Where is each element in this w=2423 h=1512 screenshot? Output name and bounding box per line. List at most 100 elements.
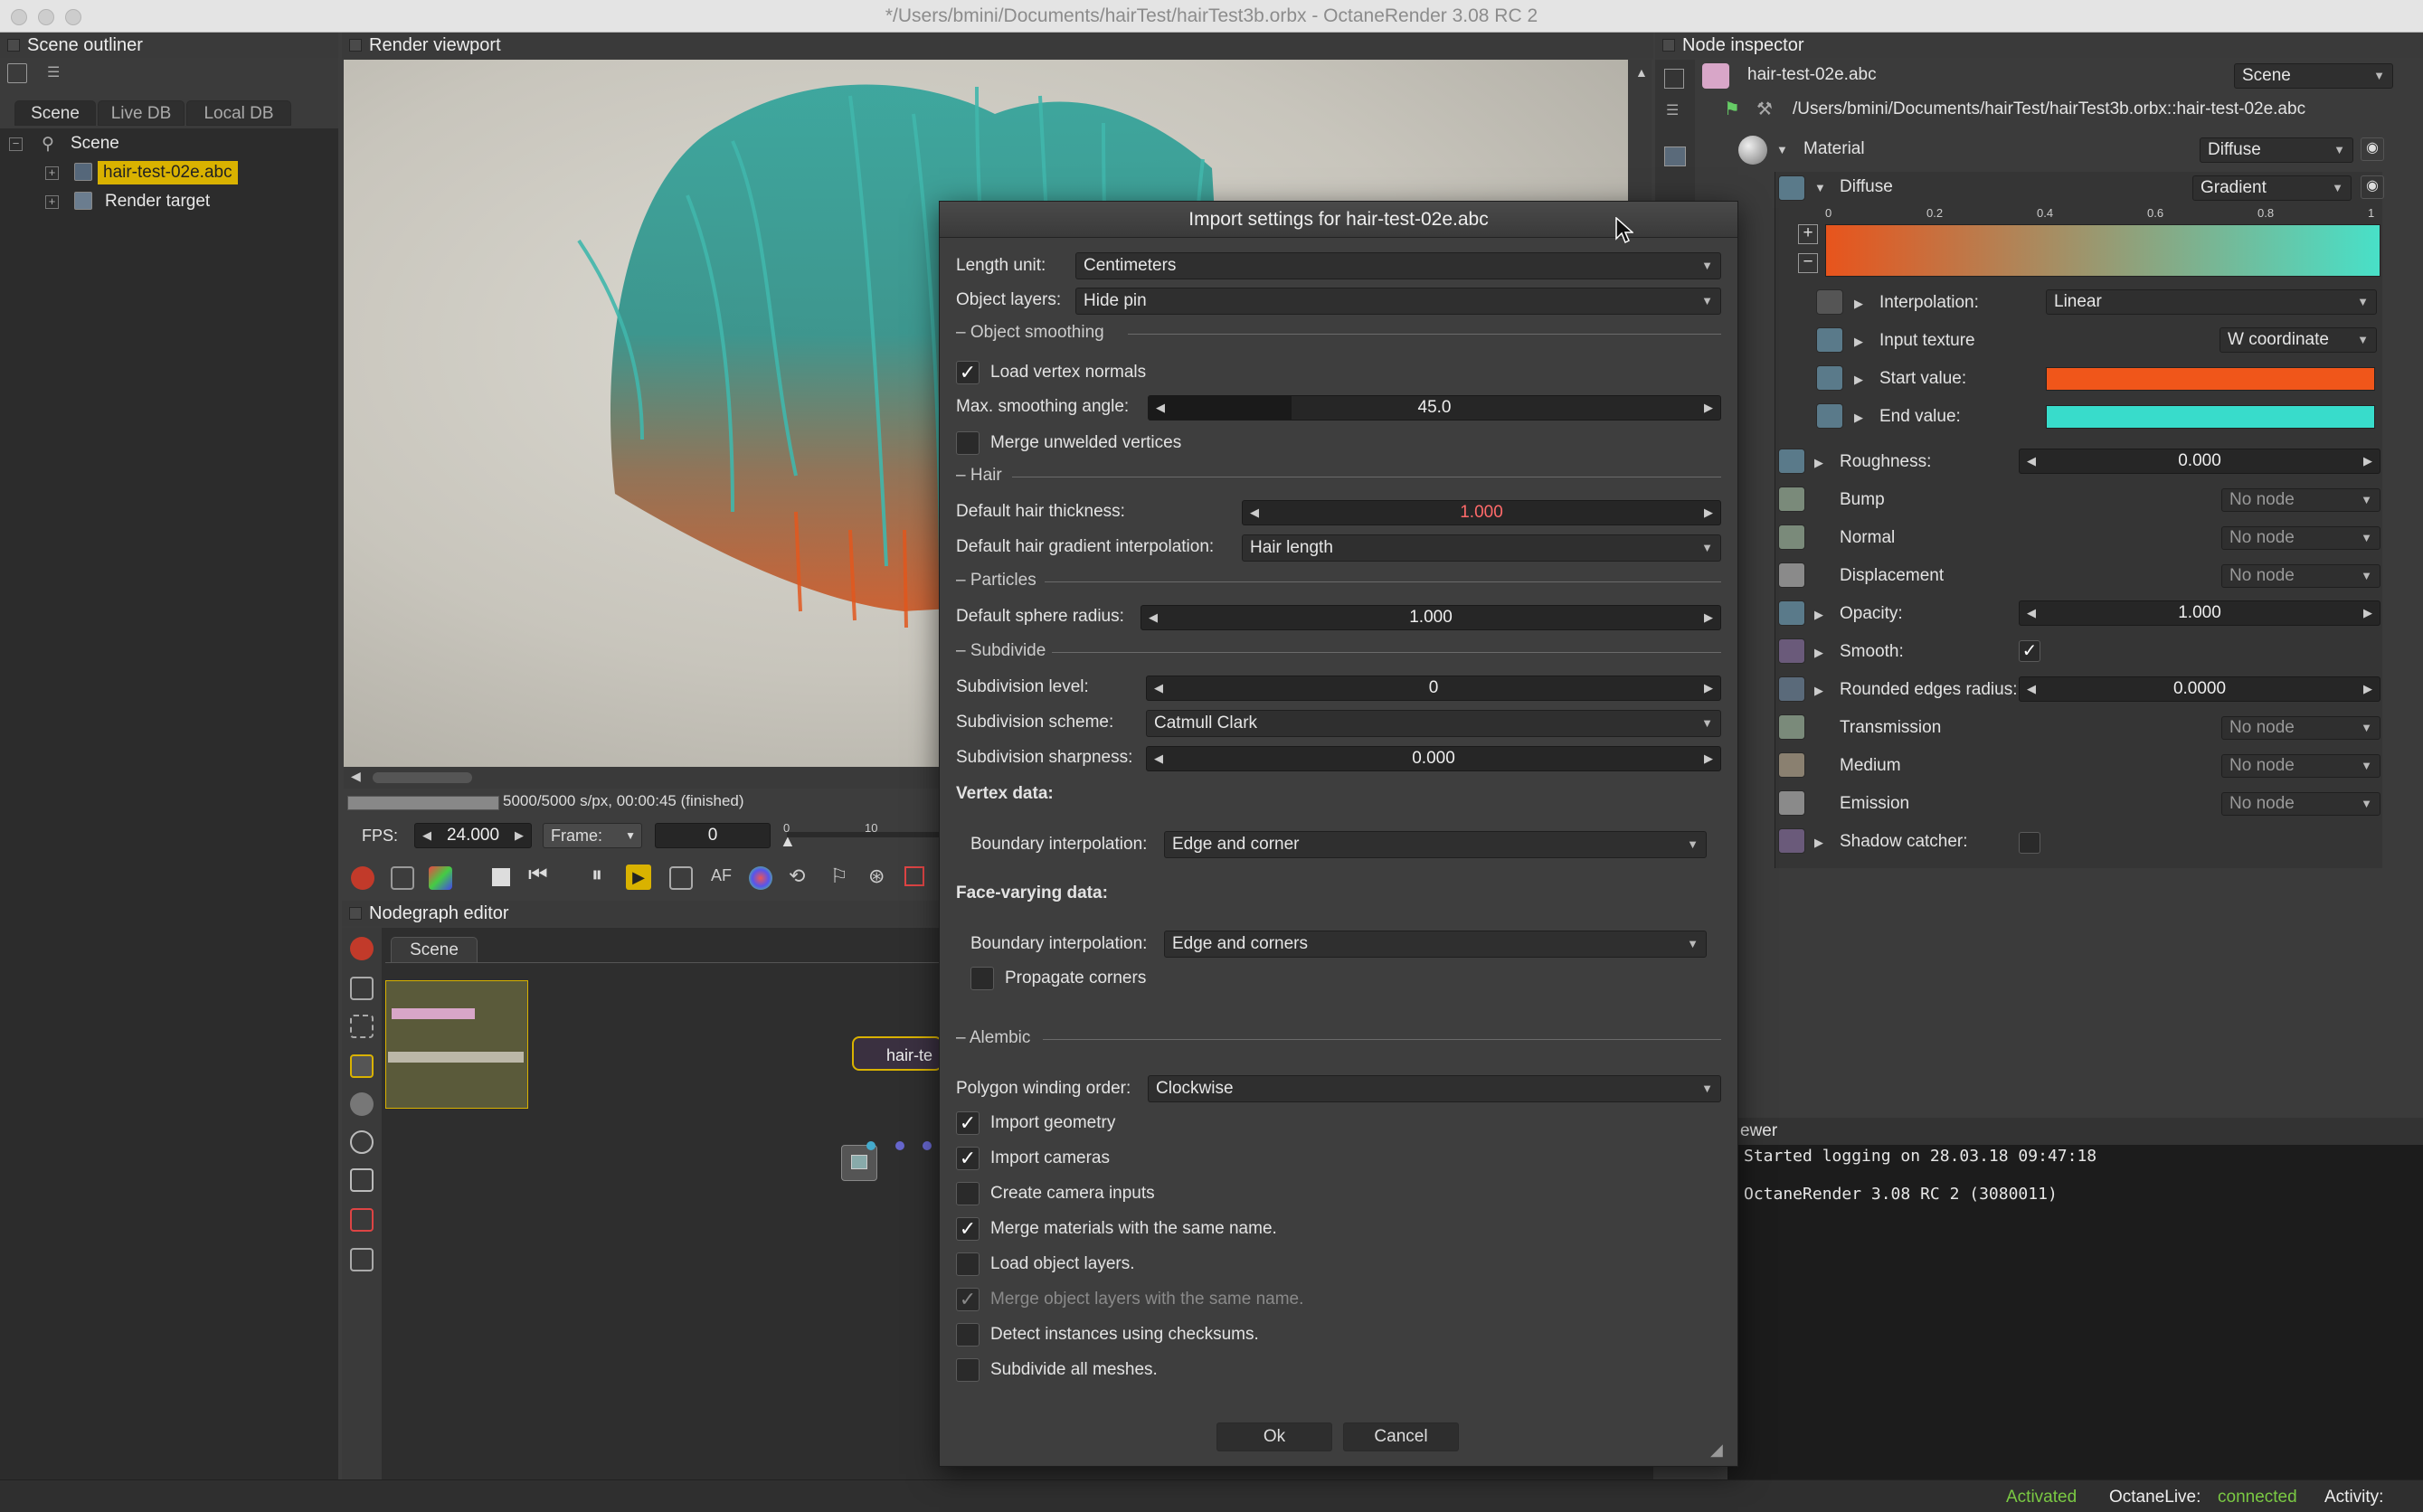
timeline-cursor-icon[interactable]: ▲: [780, 832, 796, 851]
import-cameras-checkbox[interactable]: ✓: [956, 1147, 980, 1170]
decrement-icon[interactable]: ◀: [2027, 449, 2036, 473]
subdivision-sharpness-slider[interactable]: ◀ 0.000 ▶: [1146, 746, 1721, 771]
decrement-icon[interactable]: ◀: [2027, 601, 2036, 625]
detect-instances-checkbox[interactable]: [956, 1323, 980, 1347]
expand-icon[interactable]: ▶: [1814, 456, 1823, 470]
eye-icon[interactable]: ◉: [2361, 175, 2384, 199]
reset-icon[interactable]: [350, 937, 374, 960]
bump-dropdown[interactable]: No node ▼: [2221, 488, 2380, 512]
pin-dot[interactable]: [866, 1141, 875, 1150]
viewport-hscroll[interactable]: ◀: [344, 767, 941, 789]
winding-order-dropdown[interactable]: Clockwise ▼: [1148, 1075, 1721, 1102]
pin-dot[interactable]: [923, 1141, 932, 1150]
smooth-checkbox[interactable]: ✓: [2019, 640, 2040, 662]
nodegraph-minimap[interactable]: [385, 980, 528, 1109]
pause-icon[interactable]: ⏸: [592, 863, 602, 888]
load-vertex-normals-checkbox[interactable]: ✓: [956, 361, 980, 384]
gradient-bar[interactable]: [1825, 224, 2380, 277]
increment-icon[interactable]: ▶: [1704, 396, 1713, 420]
increment-icon[interactable]: ▶: [2363, 601, 2372, 625]
tree-expand-icon[interactable]: +: [45, 195, 59, 209]
normal-dropdown[interactable]: No node ▼: [2221, 526, 2380, 550]
expand-icon[interactable]: ▶: [1854, 297, 1863, 311]
end-color-swatch[interactable]: [2046, 405, 2375, 429]
expand-icon[interactable]: ▶: [1854, 373, 1863, 387]
tab-live-db[interactable]: Live DB: [98, 100, 185, 126]
collapse-icon[interactable]: ▼: [1776, 143, 1788, 156]
increment-icon[interactable]: ▶: [1704, 676, 1713, 700]
link-icon[interactable]: [350, 1168, 374, 1192]
increment-icon[interactable]: ▶: [1704, 606, 1713, 629]
camera-view-icon[interactable]: [391, 866, 414, 890]
increment-icon[interactable]: ▶: [2363, 677, 2372, 701]
shadow-catcher-checkbox[interactable]: [2019, 832, 2040, 854]
merge-unwelded-checkbox[interactable]: [956, 431, 980, 455]
sphere-radius-slider[interactable]: ◀ 1.000 ▶: [1141, 605, 1721, 630]
play-icon[interactable]: ▶: [626, 865, 651, 890]
expand-icon[interactable]: ▶: [1854, 335, 1863, 349]
inspector-layout-icon[interactable]: [1664, 69, 1684, 89]
decrement-icon[interactable]: ◀: [1154, 747, 1163, 770]
eye-icon[interactable]: ◉: [2361, 137, 2384, 161]
pick-material-icon[interactable]: ⟲: [789, 865, 805, 888]
autofocus-icon[interactable]: AF: [711, 866, 732, 885]
pick-focus-icon[interactable]: ⊛: [868, 865, 885, 888]
import-geometry-checkbox[interactable]: ✓: [956, 1111, 980, 1135]
roughness-slider[interactable]: ◀ 0.000 ▶: [2019, 449, 2380, 474]
color-cube-icon[interactable]: [429, 866, 452, 890]
wrench-icon[interactable]: ⚒: [1756, 98, 1780, 121]
face-boundary-dropdown[interactable]: Edge and corners ▼: [1164, 931, 1707, 958]
max-smoothing-slider[interactable]: ◀ 45.0 ▶: [1148, 395, 1721, 421]
decrement-icon[interactable]: ◀: [2027, 677, 2036, 701]
outliner-list-icon[interactable]: ☰: [47, 63, 67, 80]
region-render-icon[interactable]: [669, 866, 693, 890]
graph-view-icon[interactable]: [350, 1054, 374, 1078]
reset-render-icon[interactable]: [351, 866, 374, 890]
pin-dot[interactable]: [895, 1141, 904, 1150]
load-object-layers-checkbox[interactable]: [956, 1252, 980, 1276]
interpolation-dropdown[interactable]: Linear ▼: [2046, 289, 2377, 315]
tab-scene[interactable]: Scene: [14, 100, 96, 126]
inspector-scene-dropdown[interactable]: Scene ▼: [2234, 63, 2393, 89]
fps-decrement-icon[interactable]: ◀: [422, 824, 431, 847]
inspector-list-icon[interactable]: ☰: [1666, 101, 1679, 119]
delete-node-icon[interactable]: [350, 1208, 374, 1232]
increment-icon[interactable]: ▶: [1704, 747, 1713, 770]
increment-icon[interactable]: ▶: [1704, 501, 1713, 524]
tree-expand-icon[interactable]: +: [45, 166, 59, 180]
rounded-edges-slider[interactable]: ◀ 0.0000 ▶: [2019, 676, 2380, 702]
subdivision-level-slider[interactable]: ◀ 0 ▶: [1146, 676, 1721, 701]
tree-item-scene[interactable]: Scene: [71, 134, 119, 154]
cancel-button[interactable]: Cancel: [1343, 1422, 1459, 1451]
expand-icon[interactable]: ▶: [1814, 646, 1823, 660]
decrement-icon[interactable]: ◀: [1250, 501, 1259, 524]
merge-materials-checkbox[interactable]: ✓: [956, 1217, 980, 1241]
input-texture-dropdown[interactable]: W coordinate ▼: [2220, 327, 2377, 353]
fps-field[interactable]: ◀ 24.000 ▶: [414, 823, 532, 848]
scroll-up-icon[interactable]: ▲: [1635, 65, 1648, 80]
length-unit-dropdown[interactable]: Centimeters ▼: [1075, 252, 1721, 279]
vertex-boundary-dropdown[interactable]: Edge and corner ▼: [1164, 831, 1707, 858]
fps-increment-icon[interactable]: ▶: [515, 824, 524, 847]
medium-dropdown[interactable]: No node ▼: [2221, 754, 2380, 778]
collapse-icon[interactable]: ▼: [1814, 181, 1826, 194]
expand-icon[interactable]: ▶: [1814, 684, 1823, 698]
expand-icon[interactable]: ▶: [1814, 608, 1823, 622]
transmission-dropdown[interactable]: No node ▼: [2221, 716, 2380, 740]
inspector-preview-icon[interactable]: [1664, 146, 1686, 166]
emission-dropdown[interactable]: No node ▼: [2221, 792, 2380, 816]
graph-node-hair[interactable]: hair-te: [852, 1036, 942, 1071]
decrement-icon[interactable]: ◀: [1149, 606, 1158, 629]
subdivide-all-checkbox[interactable]: [956, 1358, 980, 1382]
increment-icon[interactable]: ▶: [2363, 449, 2372, 473]
propagate-corners-checkbox[interactable]: [970, 967, 994, 990]
tree-item-hair-abc[interactable]: hair-test-02e.abc: [98, 161, 238, 184]
add-stop-button[interactable]: +: [1798, 224, 1818, 244]
decrement-icon[interactable]: ◀: [1154, 676, 1163, 700]
hscroll-thumb[interactable]: [373, 772, 472, 783]
object-layers-dropdown[interactable]: Hide pin ▼: [1075, 288, 1721, 315]
clay-render-icon[interactable]: [904, 866, 924, 886]
white-balance-icon[interactable]: [749, 866, 772, 890]
pick-object-icon[interactable]: ⚐: [830, 865, 848, 888]
tab-local-db[interactable]: Local DB: [186, 100, 291, 126]
